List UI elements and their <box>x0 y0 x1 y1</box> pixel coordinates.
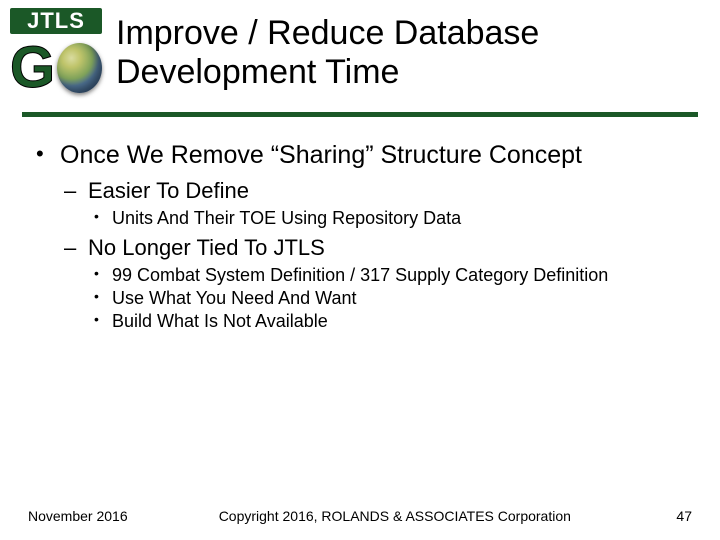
bullet-list-lvl3: Units And Their TOE Using Repository Dat… <box>88 208 690 229</box>
logo-g-letter: G <box>10 39 55 97</box>
bullet-text: Build What Is Not Available <box>112 311 328 331</box>
slide-header: JTLS G Improve / Reduce Database Develop… <box>0 0 720 100</box>
slide: JTLS G Improve / Reduce Database Develop… <box>0 0 720 540</box>
footer-date: November 2016 <box>28 508 128 524</box>
globe-icon <box>57 43 102 93</box>
bullet-lvl2: No Longer Tied To JTLS 99 Combat System … <box>60 235 690 332</box>
footer-page-number: 47 <box>662 508 692 524</box>
bullet-text: Once We Remove “Sharing” Structure Conce… <box>60 141 582 169</box>
bullet-lvl3: Use What You Need And Want <box>88 288 690 309</box>
bullet-list-lvl3: 99 Combat System Definition / 317 Supply… <box>88 265 690 332</box>
bullet-text: Units And Their TOE Using Repository Dat… <box>112 208 461 228</box>
slide-title: Improve / Reduce Database Development Ti… <box>102 8 700 92</box>
logo-g-row: G <box>10 36 102 100</box>
bullet-lvl3: 99 Combat System Definition / 317 Supply… <box>88 265 690 286</box>
slide-body: Once We Remove “Sharing” Structure Conce… <box>0 117 720 332</box>
logo-jtls-text: JTLS <box>10 8 102 34</box>
bullet-text: 99 Combat System Definition / 317 Supply… <box>112 265 608 285</box>
slide-footer: November 2016 Copyright 2016, ROLANDS & … <box>0 508 720 524</box>
bullet-lvl3: Units And Their TOE Using Repository Dat… <box>88 208 690 229</box>
bullet-text: Use What You Need And Want <box>112 288 357 308</box>
bullet-list-lvl2: Easier To Define Units And Their TOE Usi… <box>60 178 690 332</box>
bullet-lvl2: Easier To Define Units And Their TOE Usi… <box>60 178 690 229</box>
bullet-list-lvl1: Once We Remove “Sharing” Structure Conce… <box>30 141 690 332</box>
bullet-text: No Longer Tied To JTLS <box>88 235 325 260</box>
bullet-lvl1: Once We Remove “Sharing” Structure Conce… <box>30 141 690 332</box>
footer-copyright: Copyright 2016, ROLANDS & ASSOCIATES Cor… <box>128 508 662 524</box>
bullet-lvl3: Build What Is Not Available <box>88 311 690 332</box>
bullet-text: Easier To Define <box>88 178 249 203</box>
jtls-go-logo: JTLS G <box>10 8 102 100</box>
